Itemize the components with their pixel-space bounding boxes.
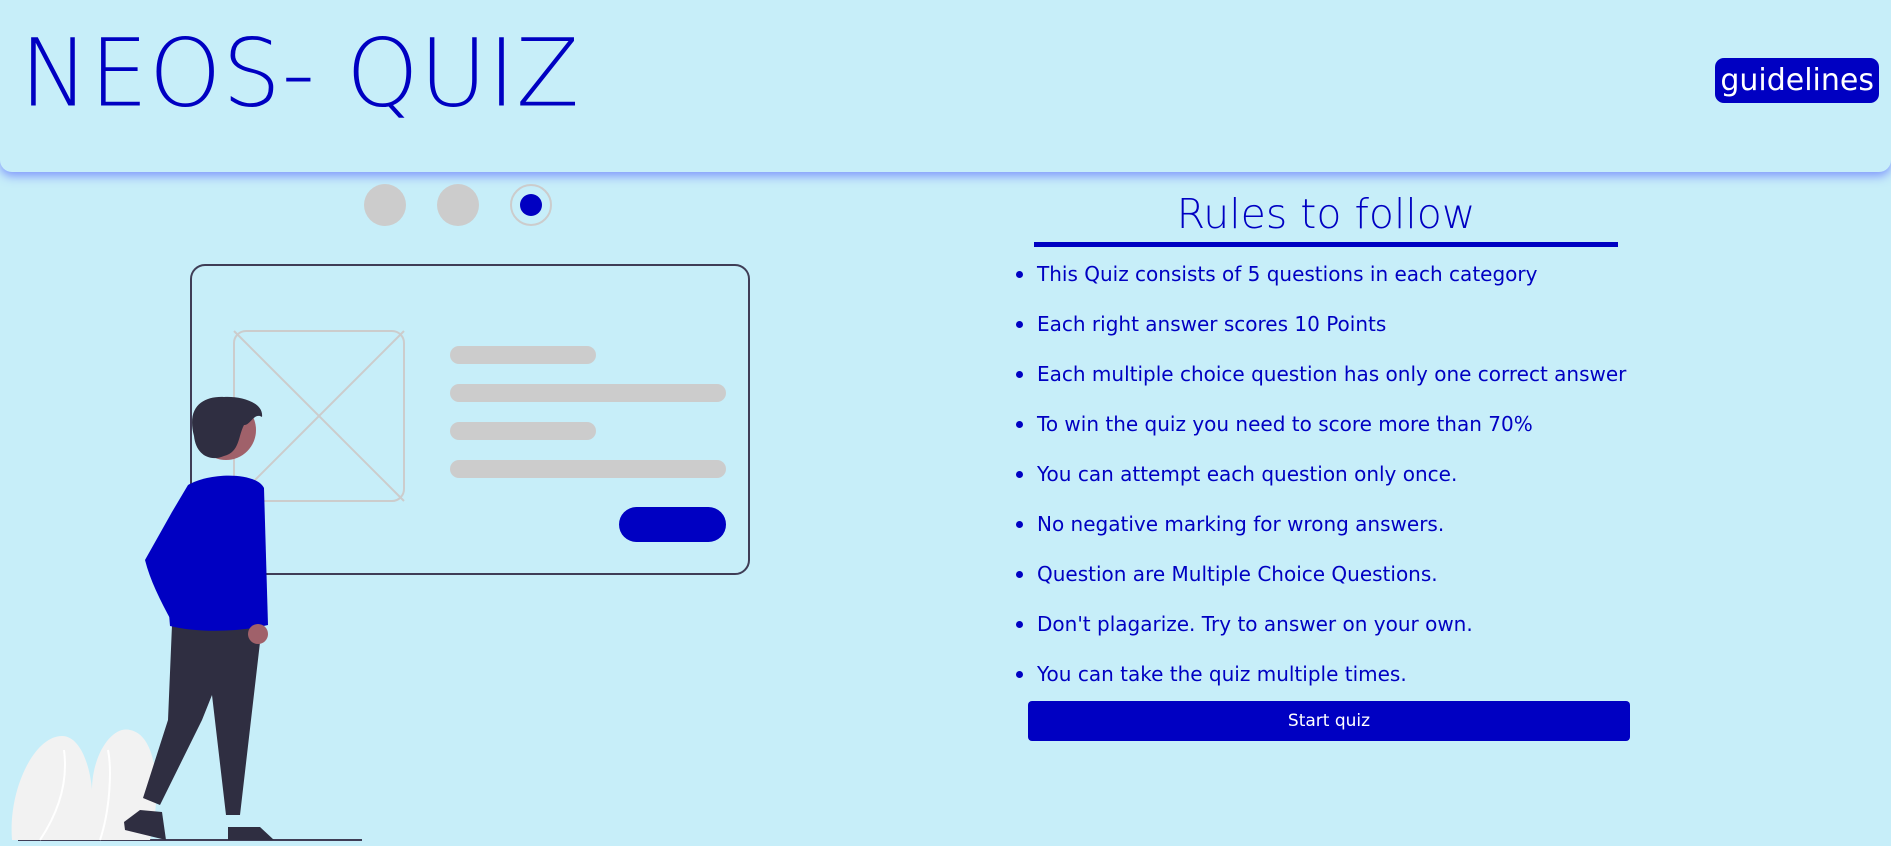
carousel-dot-2[interactable] (437, 184, 479, 226)
app-title: NEOS- QUIZ (20, 18, 581, 129)
bullet-icon (1016, 471, 1023, 478)
bullet-icon (1016, 621, 1023, 628)
rule-text: You can take the quiz multiple times. (1037, 662, 1407, 686)
carousel-dot-3-active[interactable] (510, 184, 552, 226)
rule-text: Each multiple choice question has only o… (1037, 362, 1627, 386)
rule-item: Each right answer scores 10 Points (1016, 309, 1626, 359)
bullet-icon (1016, 371, 1023, 378)
app-header: NEOS- QUIZ guidelines (0, 0, 1891, 172)
bullet-icon (1016, 421, 1023, 428)
rules-title: Rules to follow (1034, 186, 1618, 247)
start-quiz-button[interactable]: Start quiz (1028, 701, 1630, 741)
bullet-icon (1016, 321, 1023, 328)
bullet-icon (1016, 521, 1023, 528)
rule-item: You can attempt each question only once. (1016, 459, 1626, 509)
rule-item: To win the quiz you need to score more t… (1016, 409, 1626, 459)
rule-item: No negative marking for wrong answers. (1016, 509, 1626, 559)
person-at-card-illustration (11, 264, 750, 841)
carousel-dot-1[interactable] (364, 184, 406, 226)
rule-text: Each right answer scores 10 Points (1037, 312, 1387, 336)
rules-list: This Quiz consists of 5 questions in eac… (1016, 259, 1626, 709)
rule-item: Question are Multiple Choice Questions. (1016, 559, 1626, 609)
rule-text: You can attempt each question only once. (1037, 462, 1458, 486)
rule-item: Don't plagarize. Try to answer on your o… (1016, 609, 1626, 659)
rule-item: Each multiple choice question has only o… (1016, 359, 1626, 409)
rule-text: To win the quiz you need to score more t… (1037, 412, 1533, 436)
guidelines-button[interactable]: guidelines (1715, 58, 1879, 103)
rule-text: Don't plagarize. Try to answer on your o… (1037, 612, 1473, 636)
rule-text: No negative marking for wrong answers. (1037, 512, 1445, 536)
bullet-icon (1016, 571, 1023, 578)
rule-item: This Quiz consists of 5 questions in eac… (1016, 259, 1626, 309)
carousel-indicators (364, 184, 554, 226)
rule-text: Question are Multiple Choice Questions. (1037, 562, 1438, 586)
rules-panel: Rules to follow This Quiz consists of 5 … (1016, 186, 1636, 686)
bullet-icon (1016, 271, 1023, 278)
rule-text: This Quiz consists of 5 questions in eac… (1037, 262, 1538, 286)
bullet-icon (1016, 671, 1023, 678)
card-illustration (190, 264, 750, 575)
